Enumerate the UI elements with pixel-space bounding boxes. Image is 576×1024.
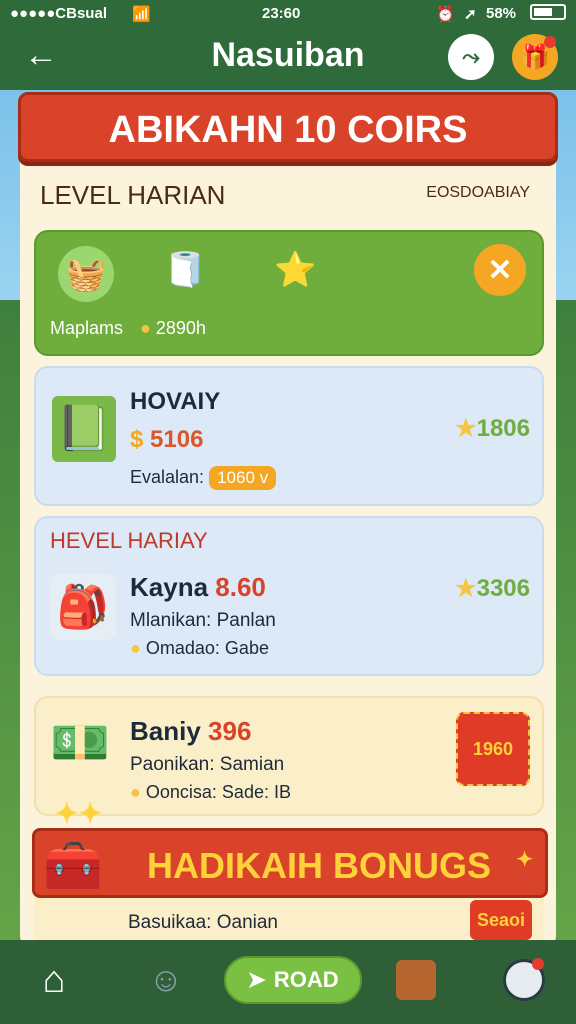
sparkle-icon: ✦✦: [55, 798, 102, 829]
notification-dot: [544, 36, 556, 48]
coin-icon: ●: [130, 782, 141, 802]
item-score-value: 3306: [476, 575, 530, 602]
cash-box-icon: 💵: [50, 717, 110, 770]
item-score: ★3306: [455, 574, 530, 603]
inventory-button[interactable]: [390, 954, 442, 1006]
star-icon: ★: [455, 415, 477, 442]
carrier-label: ●●●●●CBsual: [10, 5, 107, 22]
item-price-value: 5106: [150, 426, 204, 453]
book-icon: 📗: [52, 396, 116, 462]
people-icon: ☺: [148, 960, 184, 999]
page-title: Nasuiban: [211, 36, 365, 74]
item-detail: Mlanikan: Panlan: [130, 610, 276, 631]
reward-coins-value: 2890h: [155, 318, 206, 338]
item-detail-2-text: Omadao: Gabe: [145, 638, 269, 658]
reward-coins: ● 2890h: [140, 318, 206, 339]
road-label: ROAD: [273, 967, 339, 992]
item-detail-2: ● Omadao: Gabe: [130, 638, 269, 659]
bottom-nav: ⌂ ☺ ➤ ROAD: [0, 940, 576, 1024]
section-subtitle: EOSDOABIAY: [426, 184, 530, 201]
item-name: HOVAIY: [130, 388, 221, 415]
item-pill: 1060 v: [209, 466, 277, 490]
item-detail-2: ● Ooncisa: Sade: IB: [130, 782, 291, 803]
item-detail: Basuikaa: Oanian: [128, 912, 278, 933]
item-score-value: 1806: [476, 415, 530, 442]
home-icon: ⌂: [42, 958, 66, 1001]
item-name-text: Baniy: [130, 716, 201, 746]
list-item[interactable]: 📗 HOVAIY $ 5106 Evalalan: 1060 v ★1806: [34, 366, 544, 506]
stamp-badge: Seaoi: [470, 900, 532, 940]
reward-label: Maplams: [50, 318, 124, 338]
item-score: ★1806: [455, 414, 530, 443]
close-icon: ✕: [487, 253, 513, 287]
bag-icon: 🎒: [50, 574, 116, 640]
coin-icon: ●: [130, 638, 141, 658]
star-icon: ★: [455, 575, 477, 602]
share-button[interactable]: ⤳: [448, 34, 494, 80]
star-icon: ✦: [516, 849, 533, 871]
road-button[interactable]: ➤ ROAD: [224, 956, 362, 1004]
item-detail: Evalalan: 1060 v: [130, 466, 277, 490]
friends-button[interactable]: ☺: [140, 954, 192, 1006]
coins-banner: ABIKAHN 10 COIRS: [18, 92, 558, 162]
basket-icon[interactable]: 🧺: [58, 246, 114, 302]
star-icon[interactable]: ⭐: [274, 250, 316, 290]
stamp-badge: 1960: [456, 712, 530, 786]
clock-time: 23:60: [262, 5, 301, 22]
battery-percent: 58%: [486, 5, 517, 22]
item-price: 396: [208, 716, 252, 746]
bonus-banner[interactable]: 🧰 ✦✦ HADIKAIH BONUGS ✦: [32, 798, 548, 898]
play-icon: ➤: [247, 967, 266, 992]
item-price: $ 5106: [130, 426, 203, 454]
gift-button[interactable]: 🎁: [512, 34, 558, 80]
tool-icon[interactable]: 🧻: [164, 250, 206, 290]
item-detail-label: Evalalan:: [130, 467, 205, 487]
item-detail-2-text: Ooncisa: Sade: IB: [145, 782, 291, 802]
back-button[interactable]: ←: [24, 38, 64, 74]
item-name-text: Kayna: [130, 572, 209, 602]
bonus-text: HADIKAIH BONUGS: [147, 845, 492, 886]
notification-dot: [532, 958, 544, 970]
card-heading: HEVEL HARIAY: [50, 528, 208, 553]
item-price: 8.60: [215, 572, 266, 602]
gift-icon: 🎁: [520, 43, 550, 71]
item-name: Baniy 396: [130, 716, 251, 747]
reward-bar: 🧺 🧻 ⭐ ✕ Maplams ● 2890h: [34, 230, 544, 356]
coin-icon: ●: [140, 318, 151, 338]
location-icon: ➚: [464, 6, 477, 23]
arrow-left-icon: ←: [24, 36, 58, 74]
list-item[interactable]: HEVEL HARIAY 🎒 Kayna 8.60 Mlanikan: Panl…: [34, 516, 544, 676]
profile-button[interactable]: [498, 954, 550, 1006]
section-title: LEVEL HARIAN: [40, 180, 226, 210]
chest-icon: 🧰: [43, 840, 103, 893]
status-bar: ●●●●●CBsual 📶 23:60 ⏰ ➚ 58%: [0, 0, 576, 28]
box-icon: [396, 960, 436, 1000]
dollar-icon: $: [130, 426, 144, 453]
close-button[interactable]: ✕: [474, 244, 526, 296]
item-name: Kayna 8.60: [130, 572, 266, 603]
battery-icon: [530, 4, 566, 20]
link-icon: ⤳: [462, 44, 480, 69]
list-item[interactable]: 💵 Baniy 396 Paonikan: Samian ● Ooncisa: …: [34, 696, 544, 816]
home-button[interactable]: ⌂: [28, 954, 80, 1006]
wifi-icon: 📶: [132, 6, 151, 23]
alarm-icon: ⏰: [436, 6, 455, 23]
item-detail: Paonikan: Samian: [130, 754, 285, 775]
